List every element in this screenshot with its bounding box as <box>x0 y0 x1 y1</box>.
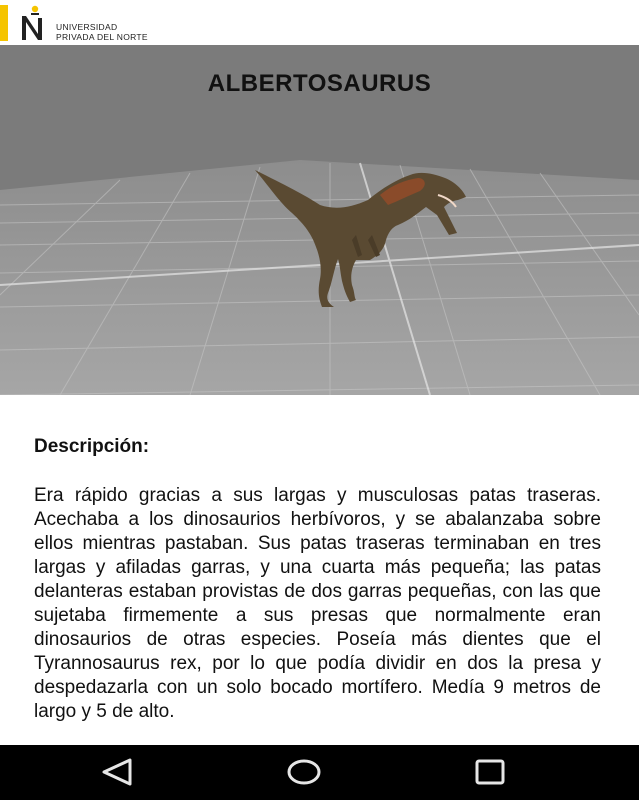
app-header: UNIVERSIDAD PRIVADA DEL NORTE <box>0 0 639 45</box>
back-icon[interactable] <box>98 757 138 787</box>
description-section: Descripción: Era rápido gracias a sus la… <box>34 436 601 724</box>
logo-line-1: UNIVERSIDAD <box>56 22 118 32</box>
university-logo-icon <box>22 5 42 40</box>
university-name: UNIVERSIDAD PRIVADA DEL NORTE <box>56 22 148 42</box>
home-icon[interactable] <box>284 757 324 787</box>
description-text: Era rápido gracias a sus largas y muscul… <box>34 485 601 722</box>
description-heading: Descripción: <box>34 436 150 457</box>
system-navigation-bar <box>0 745 639 800</box>
model-viewer[interactable]: ALBERTOSAURUS <box>0 45 639 395</box>
recent-apps-icon[interactable] <box>470 757 510 787</box>
model-title: ALBERTOSAURUS <box>207 70 432 97</box>
logo-line-2: PRIVADA DEL NORTE <box>56 32 148 42</box>
brand-accent-bar <box>0 5 8 41</box>
